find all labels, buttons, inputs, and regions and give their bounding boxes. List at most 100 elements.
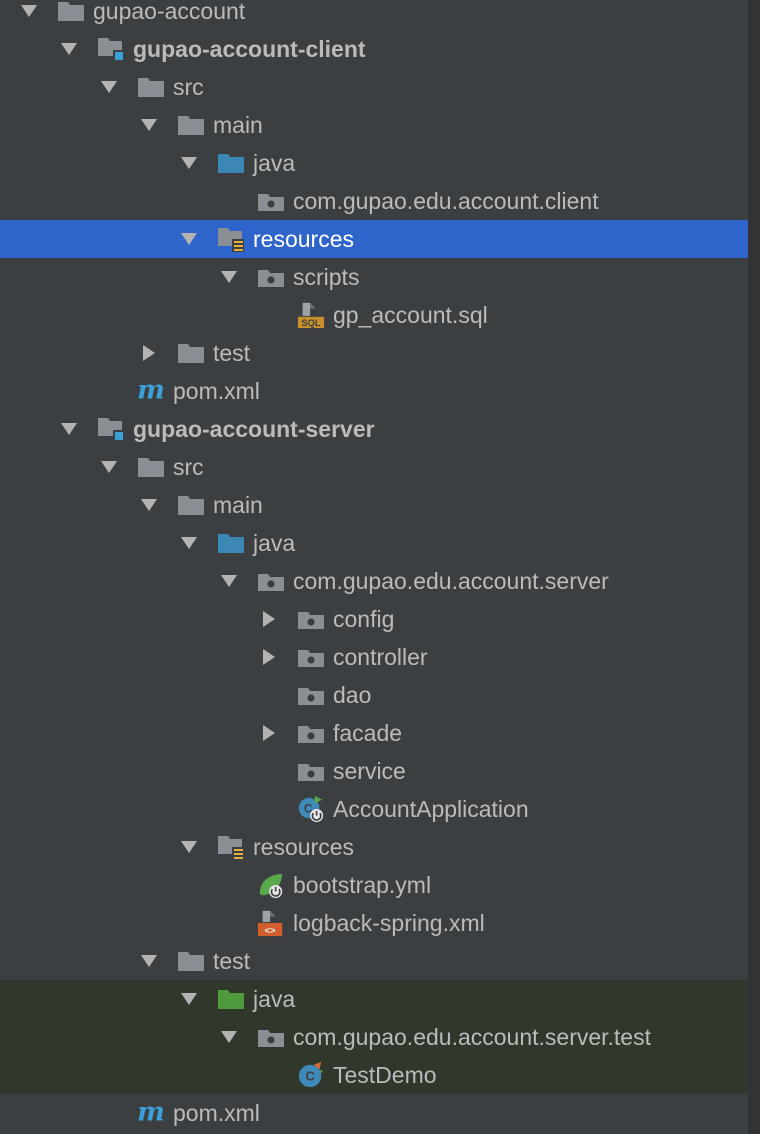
package-icon: [297, 681, 325, 709]
expand-arrow-icon[interactable]: [57, 37, 81, 61]
test-source-folder-icon: [217, 985, 245, 1013]
spring-boot-class-icon: C: [297, 795, 325, 823]
tree-node-label: service: [333, 758, 406, 784]
expand-arrow-icon[interactable]: [217, 1025, 241, 1049]
tree-node-label: test: [213, 340, 251, 366]
tree-node-label: AccountApplication: [333, 796, 529, 822]
expand-arrow-icon[interactable]: [137, 493, 161, 517]
tree-node-src[interactable]: src: [0, 68, 748, 106]
collapse-arrow-icon[interactable]: [137, 341, 161, 365]
tree-node-label: com.gupao.edu.account.client: [293, 188, 599, 214]
tree-node-scripts[interactable]: scripts: [0, 258, 748, 296]
package-icon: [257, 187, 285, 215]
expand-arrow-icon[interactable]: [57, 417, 81, 441]
expand-arrow-icon[interactable]: [177, 531, 201, 555]
tree-node-accountapplication[interactable]: C AccountApplication: [0, 790, 748, 828]
tree-node-logback-spring-xml[interactable]: <> logback-spring.xml: [0, 904, 748, 942]
tree-node-gp-account-sql[interactable]: SQL gp_account.sql: [0, 296, 748, 334]
tree-node-label: src: [173, 74, 204, 100]
tree-scrollbar-gutter[interactable]: [748, 0, 760, 1134]
tree-node-label: bootstrap.yml: [293, 872, 432, 898]
folder-icon: [137, 453, 165, 481]
expand-arrow-icon[interactable]: [137, 113, 161, 137]
tree-node-label: TestDemo: [333, 1062, 437, 1088]
tree-node-facade[interactable]: facade: [0, 714, 748, 752]
tree-node-gupao-account-client[interactable]: gupao-account-client: [0, 30, 748, 68]
xml-file-icon: <>: [257, 909, 285, 937]
tree-node-dao[interactable]: dao: [0, 676, 748, 714]
package-icon: [257, 1023, 285, 1051]
tree-node-label: config: [333, 606, 395, 632]
tree-node-test[interactable]: test: [0, 334, 748, 372]
expand-arrow-icon[interactable]: [177, 151, 201, 175]
maven-icon: m: [137, 1099, 165, 1127]
tree-node-main[interactable]: main: [0, 486, 748, 524]
tree-node-label: resources: [253, 226, 354, 252]
tree-node-label: gupao-account-server: [133, 416, 375, 442]
tree-node-java[interactable]: java: [0, 524, 748, 562]
tree-node-label: pom.xml: [173, 1100, 260, 1126]
tree-node-test[interactable]: test: [0, 942, 748, 980]
svg-text:<>: <>: [264, 925, 276, 936]
svg-text:m: m: [137, 377, 165, 405]
tree-node-label: gp_account.sql: [333, 302, 488, 328]
tree-node-resources[interactable]: resources: [0, 220, 748, 258]
tree-node-bootstrap-yml[interactable]: bootstrap.yml: [0, 866, 748, 904]
collapse-arrow-icon[interactable]: [257, 721, 281, 745]
source-folder-icon: [217, 529, 245, 557]
tree-node-pom-xml[interactable]: m pom.xml: [0, 372, 748, 410]
expand-arrow-icon[interactable]: [217, 569, 241, 593]
package-icon: [257, 567, 285, 595]
package-icon: [297, 605, 325, 633]
expand-arrow-icon[interactable]: [177, 835, 201, 859]
tree-node-label: facade: [333, 720, 403, 746]
folder-icon: [57, 0, 85, 25]
tree-node-service[interactable]: service: [0, 752, 748, 790]
tree-node-com-gupao-edu-account-server-test[interactable]: com.gupao.edu.account.server.test: [0, 1018, 748, 1056]
tree-node-com-gupao-edu-account-server[interactable]: com.gupao.edu.account.server: [0, 562, 748, 600]
tree-node-src[interactable]: src: [0, 448, 748, 486]
folder-icon: [177, 947, 205, 975]
tree-node-config[interactable]: config: [0, 600, 748, 638]
tree-node-label: java: [253, 986, 296, 1012]
expand-arrow-icon[interactable]: [177, 987, 201, 1011]
tree-node-controller[interactable]: controller: [0, 638, 748, 676]
tree-node-label: logback-spring.xml: [293, 910, 485, 936]
tree-node-main[interactable]: main: [0, 106, 748, 144]
expand-arrow-icon[interactable]: [97, 75, 121, 99]
expand-arrow-icon[interactable]: [137, 949, 161, 973]
package-icon: [297, 719, 325, 747]
svg-text:C: C: [305, 1069, 315, 1084]
tree-node-java[interactable]: java: [0, 980, 748, 1018]
tree-node-label: resources: [253, 834, 354, 860]
svg-text:SQL: SQL: [301, 318, 320, 328]
tree-node-com-gupao-edu-account-client[interactable]: com.gupao.edu.account.client: [0, 182, 748, 220]
spring-leaf-icon: [257, 871, 285, 899]
tree-node-label: main: [213, 492, 263, 518]
tree-node-label: java: [253, 150, 296, 176]
package-icon: [297, 643, 325, 671]
tree-node-label: scripts: [293, 264, 360, 290]
tree-node-java[interactable]: java: [0, 144, 748, 182]
tree-node-resources[interactable]: resources: [0, 828, 748, 866]
expand-arrow-icon[interactable]: [17, 0, 41, 23]
sql-file-icon: SQL: [297, 301, 325, 329]
expand-arrow-icon[interactable]: [97, 455, 121, 479]
tree-node-label: main: [213, 112, 263, 138]
tree-node-gupao-account-server[interactable]: gupao-account-server: [0, 410, 748, 448]
folder-icon: [137, 73, 165, 101]
tree-node-gupao-account[interactable]: gupao-account: [0, 0, 748, 30]
resources-folder-icon: [217, 833, 245, 861]
tree-node-testdemo[interactable]: C TestDemo: [0, 1056, 748, 1094]
source-folder-icon: [217, 149, 245, 177]
collapse-arrow-icon[interactable]: [257, 645, 281, 669]
module-icon: [97, 415, 125, 443]
resources-folder-icon: [217, 225, 245, 253]
expand-arrow-icon[interactable]: [177, 227, 201, 251]
expand-arrow-icon[interactable]: [217, 265, 241, 289]
collapse-arrow-icon[interactable]: [257, 607, 281, 631]
maven-icon: m: [137, 377, 165, 405]
svg-text:m: m: [137, 1099, 165, 1127]
tree-node-pom-xml[interactable]: m pom.xml: [0, 1094, 748, 1132]
module-icon: [97, 35, 125, 63]
